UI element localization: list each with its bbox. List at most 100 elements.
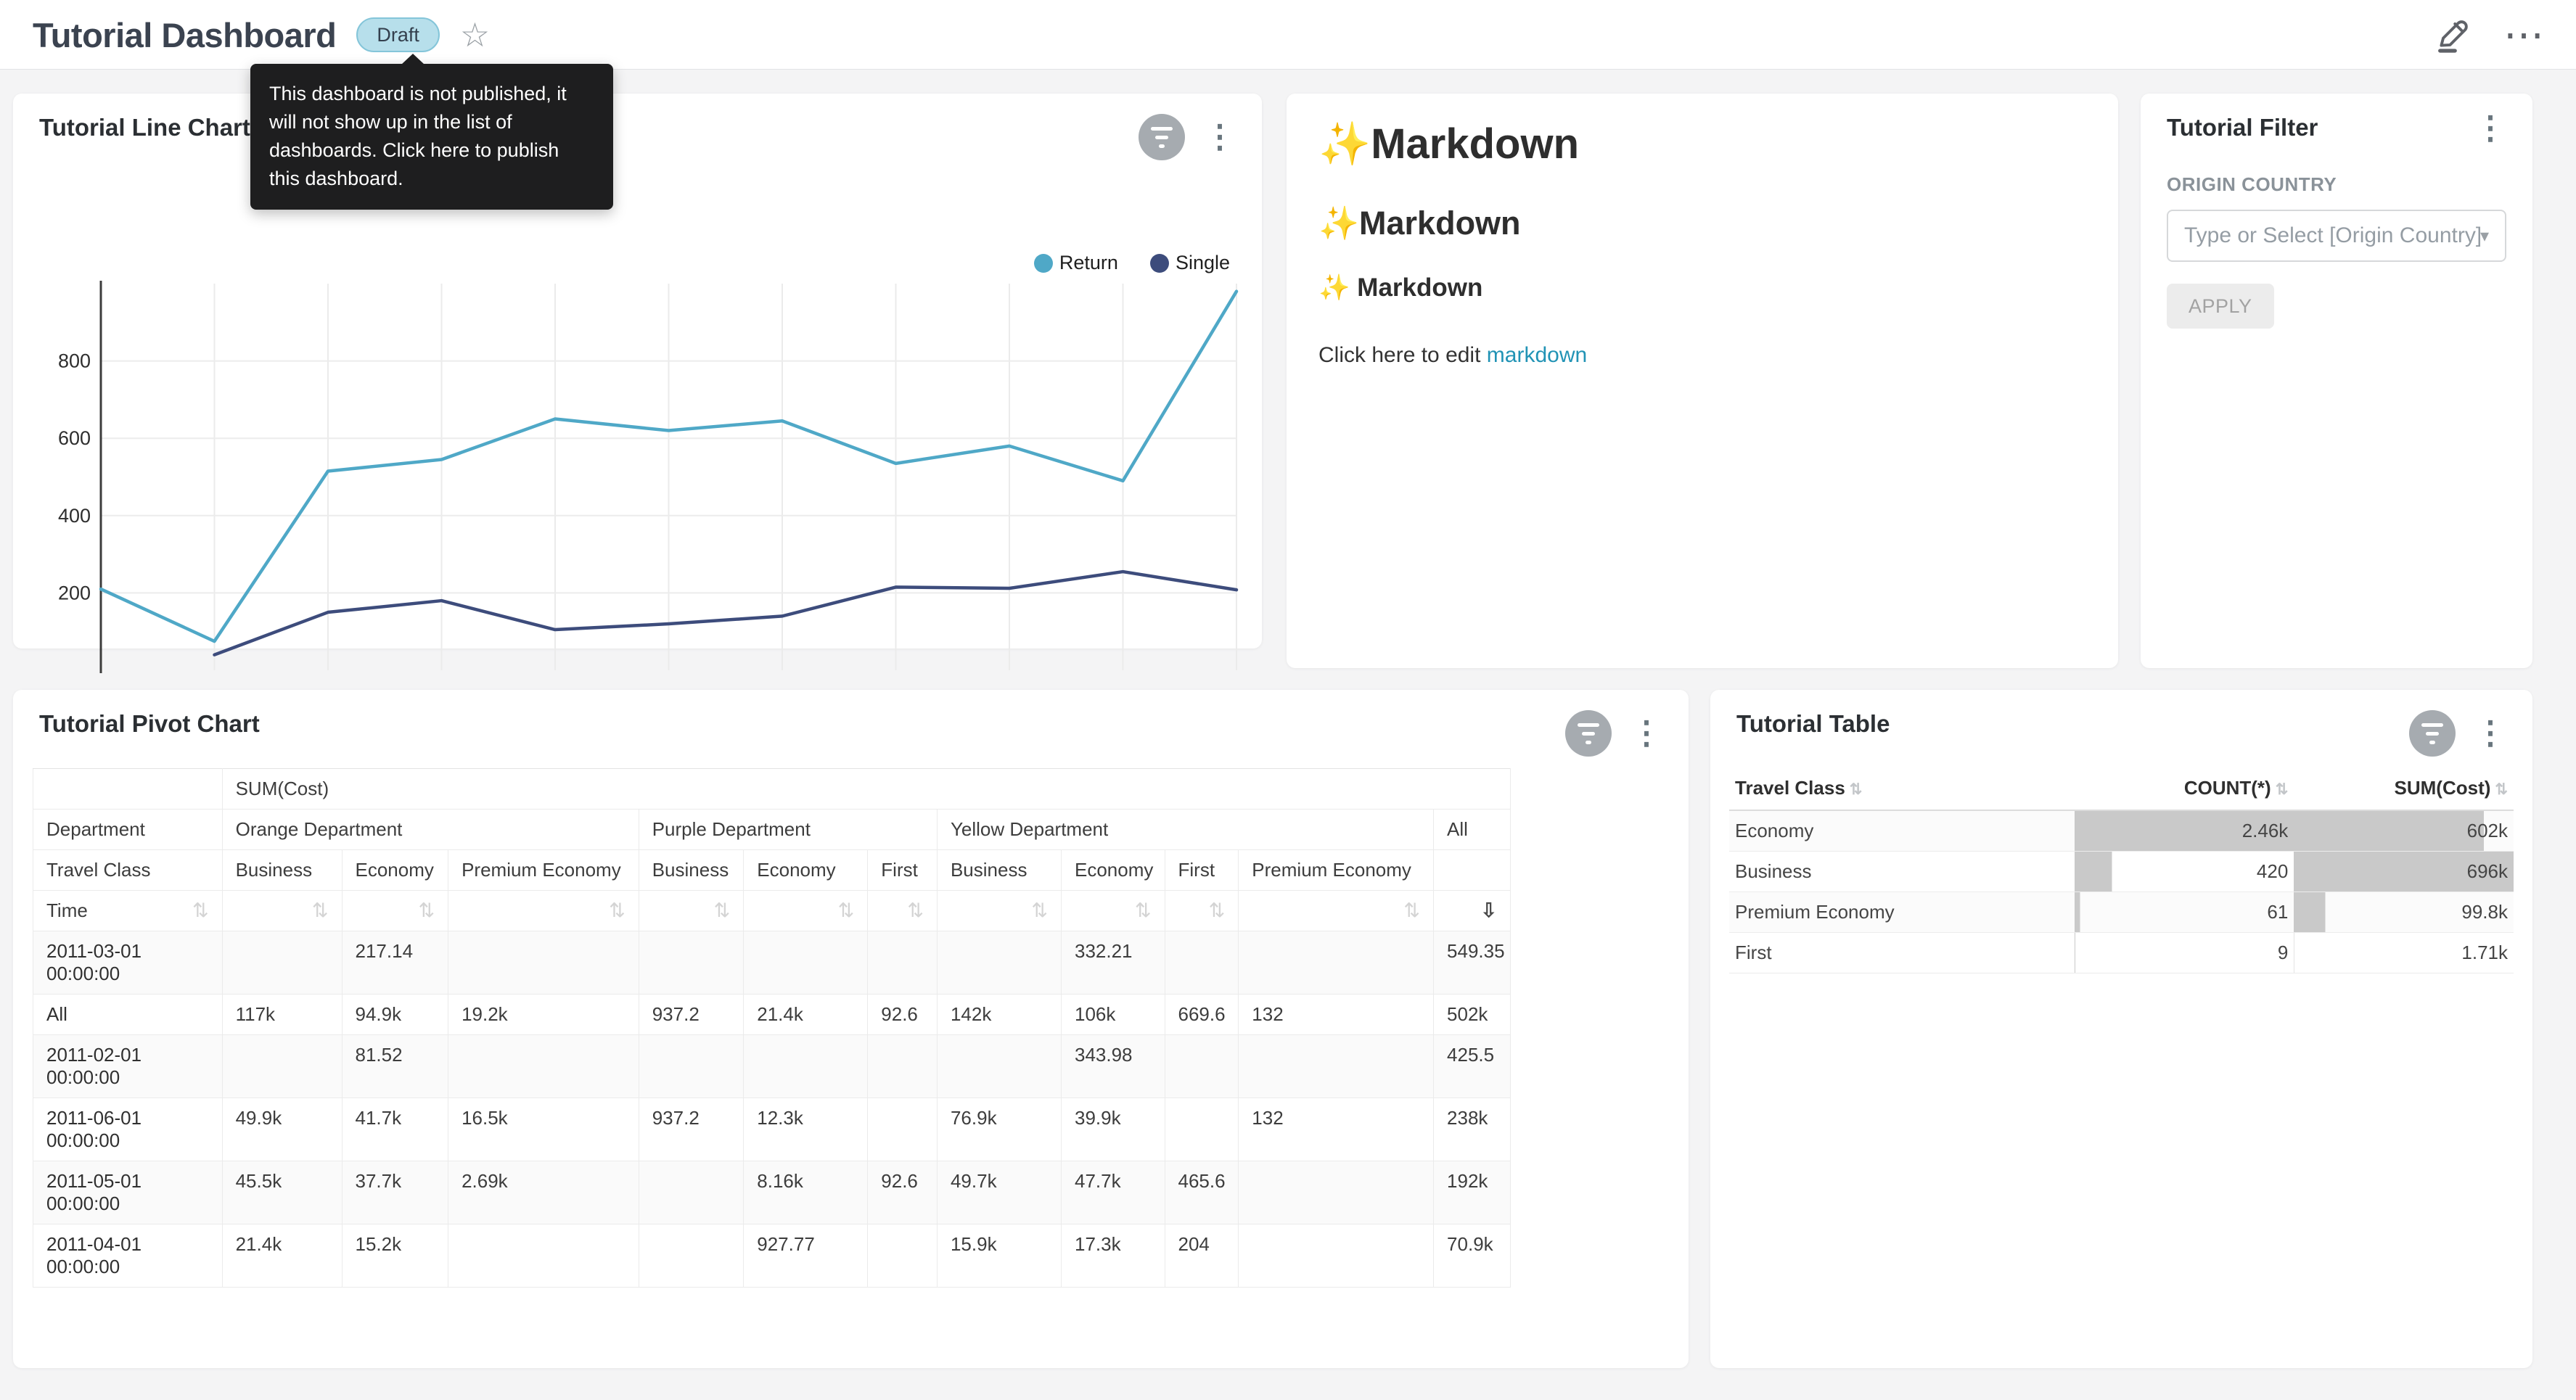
- pivot-value-cell: 17.3k: [1061, 1224, 1165, 1288]
- chevron-down-icon: ▾: [2480, 226, 2489, 247]
- pivot-value-cell: [639, 1161, 744, 1224]
- kebab-menu-icon[interactable]: ⋮: [2474, 719, 2506, 748]
- sort-icon[interactable]: ⇅: [714, 899, 731, 922]
- markdown-h3: ✨ Markdown: [1318, 273, 2086, 302]
- pivot-chart-title: Tutorial Pivot Chart: [39, 710, 260, 738]
- dashboard-page: Tutorial Dashboard Draft ☆ ⋯ This dashbo…: [0, 0, 2576, 1400]
- table-row[interactable]: Business420696k: [1729, 851, 2514, 892]
- sort-icon: ⇅: [1850, 781, 1863, 798]
- y-axis-tick: 600: [58, 427, 91, 449]
- pivot-value-cell: 332.21: [1061, 931, 1165, 995]
- sort-icon[interactable]: ⇅: [1031, 899, 1048, 922]
- filter-card: Tutorial Filter ⋮ ORIGIN COUNTRY Type or…: [2141, 94, 2532, 668]
- cross-filter-icon[interactable]: [1139, 114, 1185, 160]
- pivot-dept-header: Orange Department: [222, 810, 639, 850]
- sort-icon[interactable]: ⇅: [1209, 899, 1226, 922]
- kebab-menu-icon[interactable]: ⋮: [1204, 123, 1236, 152]
- sort-icon[interactable]: ⇅: [1135, 899, 1152, 922]
- pivot-sort-cell[interactable]: ⇅: [1239, 891, 1434, 931]
- markdown-edit-link[interactable]: markdown: [1487, 343, 1587, 367]
- pivot-sort-cell[interactable]: ⇅: [1165, 891, 1239, 931]
- favorite-star-icon[interactable]: ☆: [460, 18, 490, 52]
- pivot-value-cell: [448, 931, 639, 995]
- sort-icon[interactable]: ⇅: [312, 899, 329, 922]
- pivot-value-cell: 39.9k: [1061, 1098, 1165, 1161]
- travel-class-table: Travel Class⇅COUNT(*)⇅SUM(Cost)⇅Economy2…: [1729, 767, 2514, 973]
- pivot-value-cell: 217.14: [342, 931, 448, 995]
- sum-cell: 696k: [2294, 851, 2514, 892]
- pivot-value-cell: 21.4k: [222, 1224, 342, 1288]
- legend-item-return[interactable]: Return: [1034, 252, 1118, 274]
- pivot-value-cell: [448, 1224, 639, 1288]
- pivot-sort-cell[interactable]: ⇅: [222, 891, 342, 931]
- pivot-value-cell: 8.16k: [744, 1161, 868, 1224]
- pivot-time-axis-label[interactable]: Time⇅: [33, 891, 223, 931]
- kebab-menu-icon[interactable]: ⋮: [2474, 114, 2506, 143]
- table-row[interactable]: Premium Economy6199.8k: [1729, 892, 2514, 932]
- pivot-value-cell: [744, 1035, 868, 1098]
- pivot-value-cell: [1239, 1035, 1434, 1098]
- sort-icon[interactable]: ⇅: [418, 899, 435, 922]
- pivot-class-header: Premium Economy: [448, 850, 639, 891]
- pivot-sort-cell[interactable]: ⇅: [868, 891, 938, 931]
- apply-button[interactable]: APPLY: [2167, 284, 2274, 329]
- pivot-value-cell: 465.6: [1165, 1161, 1239, 1224]
- pencil-icon: [2434, 15, 2472, 55]
- pivot-value-cell: 76.9k: [937, 1098, 1061, 1161]
- pivot-value-cell: 47.7k: [1061, 1161, 1165, 1224]
- pivot-sort-cell[interactable]: ⇅: [937, 891, 1061, 931]
- table-row[interactable]: First91.71k: [1729, 932, 2514, 973]
- legend-label-return: Return: [1059, 252, 1118, 274]
- sort-icon[interactable]: ⇅: [192, 899, 209, 922]
- pivot-sort-cell[interactable]: ⇅: [744, 891, 868, 931]
- origin-country-select[interactable]: Type or Select [Origin Country] ▾: [2167, 210, 2506, 262]
- pivot-value-cell: [868, 1224, 938, 1288]
- pivot-time-cell: 2011-03-01 00:00:00: [33, 931, 223, 995]
- pivot-row: 2011-06-01 00:00:0049.9k41.7k16.5k937.21…: [33, 1098, 1511, 1161]
- table-row[interactable]: Economy2.46k602k: [1729, 810, 2514, 851]
- markdown-card: ✨Markdown ✨Markdown ✨ Markdown Click her…: [1287, 94, 2118, 668]
- draft-status-badge[interactable]: Draft: [356, 17, 440, 52]
- pivot-sort-cell[interactable]: ⇅: [448, 891, 639, 931]
- pivot-value-cell: 238k: [1434, 1098, 1511, 1161]
- pivot-value-cell: 49.9k: [222, 1098, 342, 1161]
- sort-icon[interactable]: ⇅: [838, 899, 855, 922]
- pivot-sort-cell[interactable]: ⇩: [1434, 891, 1511, 931]
- pivot-value-cell: [448, 1035, 639, 1098]
- pivot-sort-cell[interactable]: ⇅: [1061, 891, 1165, 931]
- pivot-sort-cell[interactable]: ⇅: [639, 891, 744, 931]
- sort-desc-icon[interactable]: ⇩: [1480, 899, 1497, 922]
- pivot-row: 2011-04-01 00:00:0021.4k15.2k927.7715.9k…: [33, 1224, 1511, 1288]
- pivot-sort-cell[interactable]: ⇅: [342, 891, 448, 931]
- pivot-value-cell: [868, 1098, 938, 1161]
- pivot-row: All117k94.9k19.2k937.221.4k92.6142k106k6…: [33, 995, 1511, 1035]
- cross-filter-icon[interactable]: [2409, 710, 2456, 757]
- table-col-header[interactable]: Travel Class⇅: [1729, 767, 2075, 810]
- kebab-menu-icon[interactable]: ⋮: [1630, 719, 1662, 748]
- pivot-class-header: Premium Economy: [1239, 850, 1434, 891]
- table-col-header[interactable]: SUM(Cost)⇅: [2294, 767, 2514, 810]
- sort-icon[interactable]: ⇅: [907, 899, 924, 922]
- pivot-value-cell: 19.2k: [448, 995, 639, 1035]
- sort-icon[interactable]: ⇅: [1403, 899, 1420, 922]
- y-axis-tick: 800: [58, 350, 91, 372]
- pivot-value-cell: [868, 931, 938, 995]
- sort-icon[interactable]: ⇅: [609, 899, 625, 922]
- pivot-measure-header: SUM(Cost): [222, 769, 1510, 810]
- pivot-value-cell: 49.7k: [937, 1161, 1061, 1224]
- pivot-value-cell: 669.6: [1165, 995, 1239, 1035]
- line-chart-card: Tutorial Line Chart ⋮ Return Single 2004…: [13, 94, 1262, 648]
- pivot-value-cell: [222, 1035, 342, 1098]
- pivot-value-cell: 192k: [1434, 1161, 1511, 1224]
- pivot-value-cell: [744, 931, 868, 995]
- pivot-time-cell: All: [33, 995, 223, 1035]
- legend-item-single[interactable]: Single: [1150, 252, 1230, 274]
- pivot-value-cell: 15.2k: [342, 1224, 448, 1288]
- cross-filter-icon[interactable]: [1565, 710, 1612, 757]
- edit-dashboard-button[interactable]: [2434, 15, 2472, 55]
- pivot-value-cell: 81.52: [342, 1035, 448, 1098]
- table-col-header[interactable]: COUNT(*)⇅: [2075, 767, 2294, 810]
- more-actions-button[interactable]: ⋯: [2503, 25, 2547, 45]
- pivot-value-cell: [937, 931, 1061, 995]
- pivot-value-cell: 94.9k: [342, 995, 448, 1035]
